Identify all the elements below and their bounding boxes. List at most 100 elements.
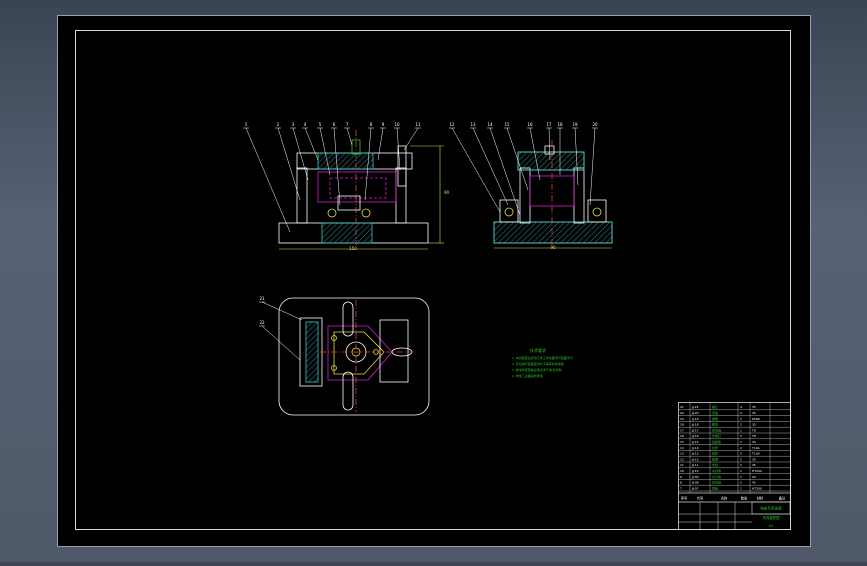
parts-cell: JJ-16 — [691, 434, 699, 438]
parts-cell: 20 — [680, 411, 684, 415]
drawing-canvas[interactable]: 150 90 1 2 3 4 5 6 7 8 9 10 11 90 12 13 14 15 16 17 18 19… — [0, 0, 867, 562]
parts-cell: 垫圈 — [712, 456, 718, 461]
parts-cell: T10A — [751, 446, 761, 450]
parts-cell: 支柱 — [712, 462, 718, 467]
parts-cell: JJ-07 — [691, 486, 699, 490]
parts-cell: 8 — [680, 481, 682, 485]
balloon-label: 13 — [470, 122, 476, 127]
parts-cell: 9 — [680, 475, 682, 479]
side-top-hatch — [517, 151, 585, 171]
parts-cell: 4 — [740, 405, 742, 409]
balloon-label: 20 — [592, 122, 598, 127]
parts-cell: JJ-19 — [691, 417, 699, 421]
side-base-hatch — [493, 221, 613, 244]
parts-cell: 1 — [740, 440, 742, 444]
parts-cell: 2 — [740, 446, 742, 450]
parts-cell: 钻套 — [712, 451, 718, 456]
parts-cell: JJ-08 — [691, 481, 699, 485]
parts-header-cell: 材料 — [757, 496, 764, 501]
parts-cell: 35 — [752, 423, 756, 427]
parts-cell: JJ-13 — [691, 452, 699, 456]
parts-cell: 35 — [752, 457, 756, 461]
parts-cell: JJ-20 — [691, 411, 699, 415]
parts-cell: JJ-21 — [691, 405, 699, 409]
parts-cell: 支承钉 — [712, 433, 721, 438]
parts-cell: JJ-18 — [691, 423, 699, 427]
sheet-number: 01 — [769, 524, 773, 528]
parts-cell: 2 — [740, 457, 742, 461]
parts-cell: 16 — [680, 434, 684, 438]
parts-cell: 定位键 — [712, 480, 721, 485]
parts-cell: JJ-12 — [691, 457, 699, 461]
parts-cell: T8 — [751, 428, 756, 432]
balloon-label: 10 — [394, 122, 400, 127]
parts-cell: 1 — [740, 475, 742, 479]
parts-cell: 13 — [680, 452, 684, 456]
parts-header-cell: 备注 — [779, 496, 786, 501]
tech-req-line-4: 4. 非加工表面涂防锈漆 — [512, 373, 543, 378]
parts-cell: 2 — [740, 411, 742, 415]
parts-header-cell: 名称 — [721, 496, 728, 501]
parts-cell: 螺钉 — [712, 404, 718, 409]
parts-header-cell: 代号 — [697, 496, 703, 501]
parts-cell: 19 — [680, 417, 684, 421]
parts-cell: 45 — [752, 411, 756, 415]
parts-cell: 3 — [740, 434, 742, 438]
tech-req-line-1: 1. 夹具装配后定位元件工作表面须与底面平行 — [512, 355, 573, 360]
drawing-name: 铣床专用夹具 — [760, 506, 782, 511]
parts-cell: 2 — [740, 423, 742, 427]
parts-cell: 35 — [752, 405, 756, 409]
balloon-label: 9 — [382, 122, 385, 127]
parts-cell: JJ-15 — [691, 440, 699, 444]
parts-header-cell: 数量 — [741, 496, 748, 501]
parts-cell: HT200 — [752, 486, 762, 490]
parts-cell: 压板 — [712, 410, 718, 415]
parts-cell: 11 — [680, 463, 684, 467]
balloon-label: 5 — [319, 122, 322, 127]
parts-cell: 对刀块 — [712, 474, 721, 479]
parts-cell: 定位销 — [712, 427, 721, 432]
parts-cell: 弹簧 — [712, 416, 718, 421]
parts-cell: 衬套 — [712, 445, 718, 450]
parts-cell: 10 — [680, 469, 684, 473]
parts-cell: 21 — [680, 405, 684, 409]
balloon-label: 2 — [277, 122, 280, 127]
balloon-label: 12 — [449, 122, 455, 127]
top-left-block-hatch — [305, 321, 319, 383]
parts-cell: 1 — [740, 469, 742, 473]
balloon-label: 16 — [527, 122, 533, 127]
parts-cell: 螺母 — [712, 422, 718, 427]
parts-cell: JJ-11 — [691, 463, 699, 467]
balloon-label: 17 — [546, 122, 552, 127]
parts-cell: 夹具体 — [712, 468, 721, 473]
balloon-label: 1 — [245, 122, 248, 127]
parts-cell: 1 — [740, 486, 742, 490]
cad-viewport[interactable]: 150 90 1 2 3 4 5 6 7 8 9 10 11 90 12 13 14 15 16 17 18 19… — [0, 0, 867, 562]
parts-cell: 12 — [680, 457, 684, 461]
balloon-label: 18 — [557, 122, 563, 127]
parts-cell: 45 — [752, 440, 756, 444]
parts-cell: JJ-14 — [691, 446, 699, 450]
balloon-label: 8 — [370, 122, 373, 127]
parts-cell: 2 — [740, 417, 742, 421]
parts-cell: 45 — [752, 463, 756, 467]
balloon-label: 15 — [504, 122, 510, 127]
parts-cell: T10A — [751, 452, 761, 456]
parts-cell: 2 — [740, 452, 742, 456]
parts-cell: 45 — [752, 481, 756, 485]
parts-cell: JJ-10 — [691, 469, 699, 473]
balloon-label: 11 — [415, 122, 421, 127]
balloon-label: 21 — [259, 296, 265, 301]
parts-cell: 钻模板 — [712, 439, 721, 444]
side-dim-width-text: 90 — [550, 245, 556, 250]
parts-cell: JJ-09 — [691, 475, 699, 479]
balloon-label: 4 — [304, 122, 307, 127]
tech-req-line-3: 3. 各零件装配前必须清洗干净,去毛刺 — [512, 367, 562, 372]
balloon-label: 7 — [346, 122, 349, 127]
parts-cell: 65Mn — [752, 417, 760, 421]
balloon-label: 22 — [259, 320, 265, 325]
parts-header-cell: 序号 — [681, 496, 687, 501]
parts-cell: 15 — [680, 440, 684, 444]
tech-req-line-2: 2. 定位销与底板配合处不得有松动现象 — [512, 361, 564, 366]
parts-cell: 1 — [740, 428, 742, 432]
